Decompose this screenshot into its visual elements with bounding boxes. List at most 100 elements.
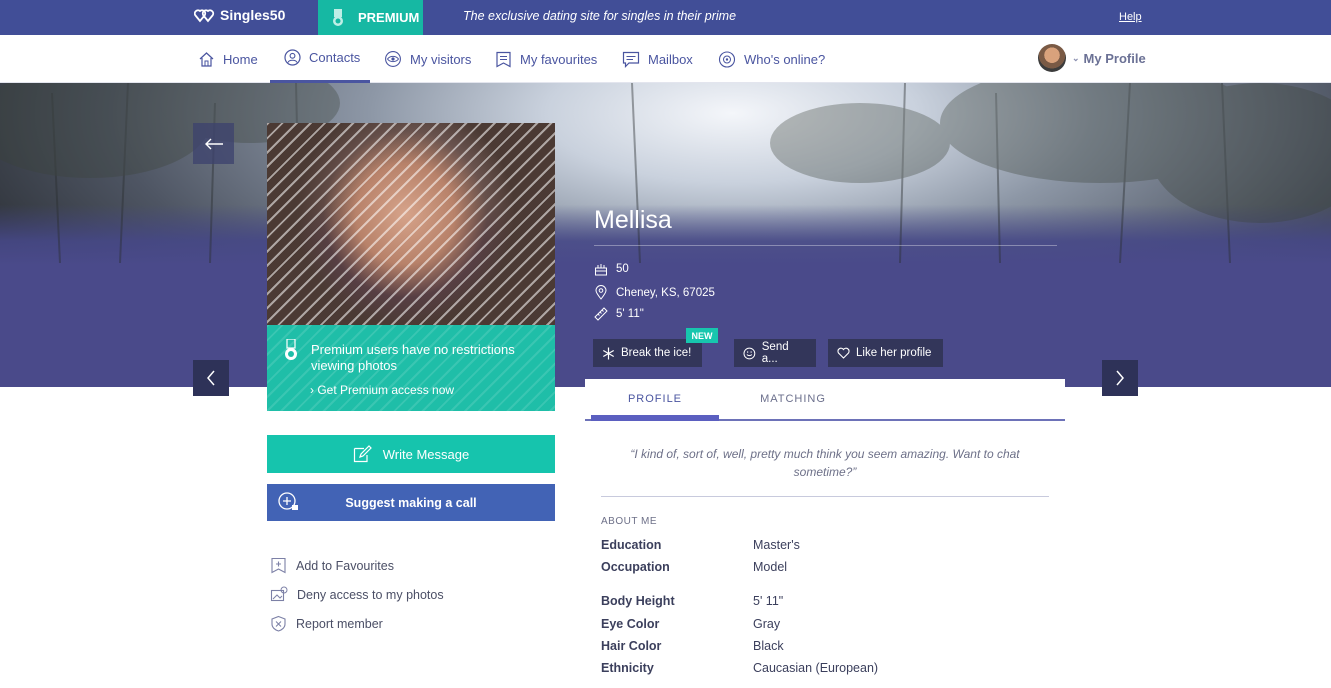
- nav-online[interactable]: Who's online?: [718, 35, 825, 83]
- name-divider: [594, 245, 1057, 246]
- logo-text: Singles50: [220, 7, 286, 23]
- suggest-call-label: Suggest making a call: [345, 495, 477, 510]
- tagline: The exclusive dating site for singles in…: [463, 9, 737, 23]
- send-button[interactable]: Send a...: [734, 339, 816, 367]
- help-link[interactable]: Help: [1119, 11, 1142, 23]
- smiley-chat-icon: [743, 347, 756, 359]
- attribute-value: 5' 11": [753, 594, 784, 608]
- my-profile-menu[interactable]: ⌄ My Profile: [1038, 44, 1146, 72]
- back-button[interactable]: [193, 123, 234, 164]
- nav-mailbox-label: Mailbox: [648, 51, 693, 67]
- attribute-label: Body Height: [601, 594, 675, 608]
- nav-contacts-label: Contacts: [309, 50, 361, 65]
- location-pin-icon: [595, 285, 607, 300]
- write-message-label: Write Message: [382, 446, 470, 462]
- top-bar: Singles50 PREMIUM The exclusive dating s…: [0, 0, 1331, 35]
- like-profile-button[interactable]: Like her profile: [828, 339, 943, 367]
- bookmark-icon: [496, 51, 511, 68]
- premium-tab[interactable]: PREMIUM: [318, 0, 423, 35]
- site-logo[interactable]: Singles50: [194, 7, 285, 23]
- quote-divider: [601, 496, 1049, 497]
- like-profile-label: Like her profile: [856, 347, 932, 359]
- attribute-label: Ethnicity: [601, 661, 654, 675]
- premium-message: Premium users have no restrictions viewi…: [311, 342, 515, 373]
- nav-visitors[interactable]: My visitors: [384, 35, 471, 83]
- chevron-down-icon: ⌄: [1072, 52, 1080, 63]
- next-profile-button[interactable]: [1102, 360, 1138, 396]
- person-icon: [284, 49, 301, 66]
- attribute-label: Occupation: [601, 560, 670, 574]
- edit-note-icon: [353, 445, 372, 463]
- ruler-icon: [594, 307, 608, 321]
- report-member-label: Report member: [296, 616, 383, 631]
- nav-mailbox[interactable]: Mailbox: [622, 35, 693, 83]
- shield-x-icon: [271, 615, 286, 632]
- arrow-left-icon: [204, 138, 223, 149]
- bookmark-add-icon: [271, 557, 286, 574]
- eye-icon: [385, 51, 401, 67]
- main-nav: Home Contacts My visitors My favourites …: [0, 35, 1331, 83]
- online-icon: [718, 50, 736, 68]
- chevron-right-icon: [1116, 370, 1124, 386]
- attribute-value: Gray: [753, 617, 781, 631]
- age-row: 50: [594, 262, 629, 276]
- premium-promo-box[interactable]: Premium users have no restrictions viewi…: [267, 325, 555, 411]
- profile-quote: “I kind of, sort of, well, pretty much t…: [630, 447, 1020, 479]
- tab-matching[interactable]: MATCHING: [729, 379, 857, 419]
- profile-photo-blurred[interactable]: [267, 123, 555, 325]
- nav-online-label: Who's online?: [744, 51, 826, 67]
- my-profile-label: My Profile: [1083, 50, 1146, 66]
- break-the-ice-button[interactable]: Break the ice!: [593, 339, 702, 367]
- premium-cta-label: Get Premium access now: [317, 383, 455, 397]
- profile-name: Mellisa: [594, 206, 672, 234]
- logo-hearts-icon: [194, 9, 215, 23]
- tab-matching-label: MATCHING: [760, 393, 826, 405]
- profile-tabs: PROFILE MATCHING: [585, 379, 1065, 421]
- premium-label: PREMIUM: [358, 10, 420, 25]
- chevron-left-icon: [207, 370, 215, 386]
- photo-lock-icon: [270, 586, 288, 602]
- add-to-favourites-link[interactable]: Add to Favourites: [270, 557, 394, 574]
- write-message-button[interactable]: Write Message: [267, 435, 555, 473]
- attribute-value: Caucasian (European): [753, 661, 879, 675]
- nav-home[interactable]: Home: [198, 35, 258, 83]
- nav-visitors-label: My visitors: [410, 51, 472, 67]
- chat-icon: [622, 51, 640, 68]
- deny-photo-access-link[interactable]: Deny access to my photos: [270, 586, 444, 603]
- snowflake-icon: [603, 347, 614, 359]
- forest-background: [0, 83, 1331, 263]
- report-member-link[interactable]: Report member: [270, 615, 383, 632]
- attribute-label: Education: [601, 538, 662, 552]
- nav-favourites-label: My favourites: [520, 51, 598, 67]
- about-me-heading: ABOUT ME: [601, 516, 658, 527]
- medal-icon: [285, 339, 297, 360]
- break-the-ice-label: Break the ice!: [621, 347, 692, 359]
- height-row: 5' 11": [594, 307, 644, 321]
- nav-home-label: Home: [223, 51, 258, 67]
- tab-profile[interactable]: PROFILE: [591, 379, 719, 421]
- cake-icon: [595, 264, 607, 276]
- attribute-value: Master's: [753, 538, 800, 552]
- send-label: Send a...: [761, 341, 789, 365]
- attribute-label: Eye Color: [601, 617, 660, 631]
- avatar: [1038, 44, 1066, 72]
- height-value: 5' 11": [616, 308, 644, 320]
- home-icon: [199, 52, 214, 67]
- previous-profile-button[interactable]: [193, 360, 229, 396]
- new-badge: NEW: [686, 328, 718, 343]
- attribute-label: Hair Color: [601, 639, 662, 653]
- nav-contacts[interactable]: Contacts: [270, 35, 370, 83]
- tab-profile-label: PROFILE: [627, 393, 683, 405]
- age-value: 50: [616, 263, 629, 275]
- location-row: Cheney, KS, 67025: [594, 285, 715, 300]
- heart-icon: [837, 347, 850, 359]
- medal-icon: [333, 8, 343, 26]
- nav-favourites[interactable]: My favourites: [495, 35, 597, 83]
- deny-photo-access-label: Deny access to my photos: [297, 587, 444, 602]
- add-to-favourites-label: Add to Favourites: [296, 558, 394, 573]
- attribute-value: Model: [753, 560, 788, 574]
- suggest-call-button[interactable]: Suggest making a call: [267, 484, 555, 521]
- premium-cta-link[interactable]: › Get Premium access now: [310, 383, 454, 397]
- location-value: Cheney, KS, 67025: [616, 286, 715, 299]
- add-call-icon: [278, 492, 298, 510]
